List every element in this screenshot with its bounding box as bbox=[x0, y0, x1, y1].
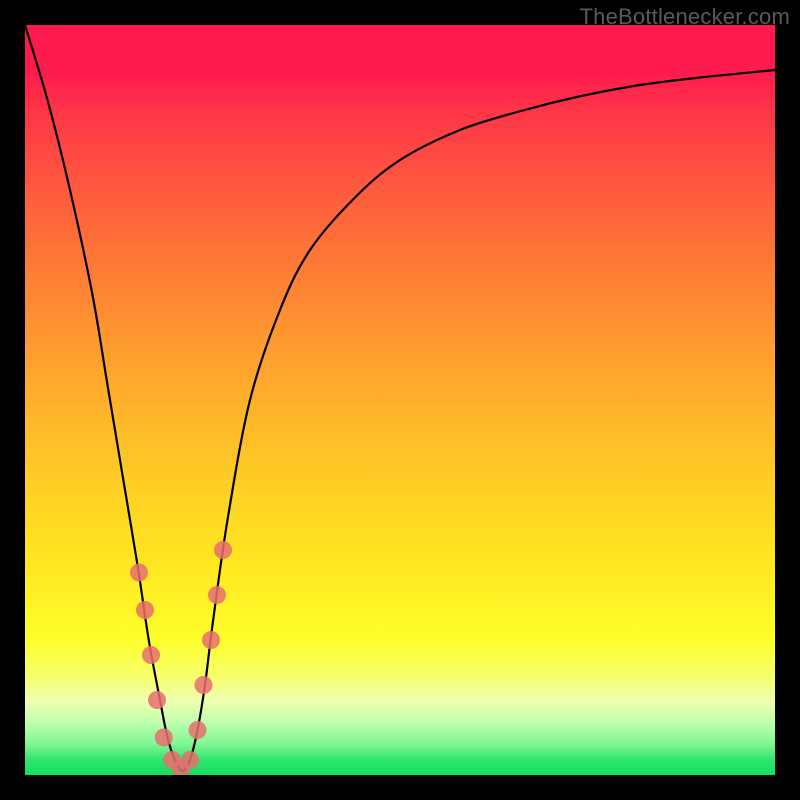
data-marker bbox=[202, 631, 220, 649]
data-marker bbox=[214, 541, 232, 559]
chart-frame: TheBottlenecker.com bbox=[0, 0, 800, 800]
data-marker bbox=[148, 691, 166, 709]
data-marker bbox=[142, 646, 160, 664]
data-marker bbox=[181, 751, 199, 769]
data-marker bbox=[130, 564, 148, 582]
plot-area bbox=[25, 25, 775, 775]
data-marker bbox=[172, 760, 190, 775]
data-marker bbox=[155, 729, 173, 747]
watermark-text: TheBottlenecker.com bbox=[580, 4, 790, 30]
data-markers bbox=[130, 541, 232, 775]
curve-layer bbox=[25, 25, 775, 775]
data-marker bbox=[195, 676, 213, 694]
bottleneck-curve bbox=[25, 25, 775, 771]
data-marker bbox=[189, 721, 207, 739]
data-marker bbox=[208, 586, 226, 604]
data-marker bbox=[163, 751, 181, 769]
data-marker bbox=[136, 601, 154, 619]
